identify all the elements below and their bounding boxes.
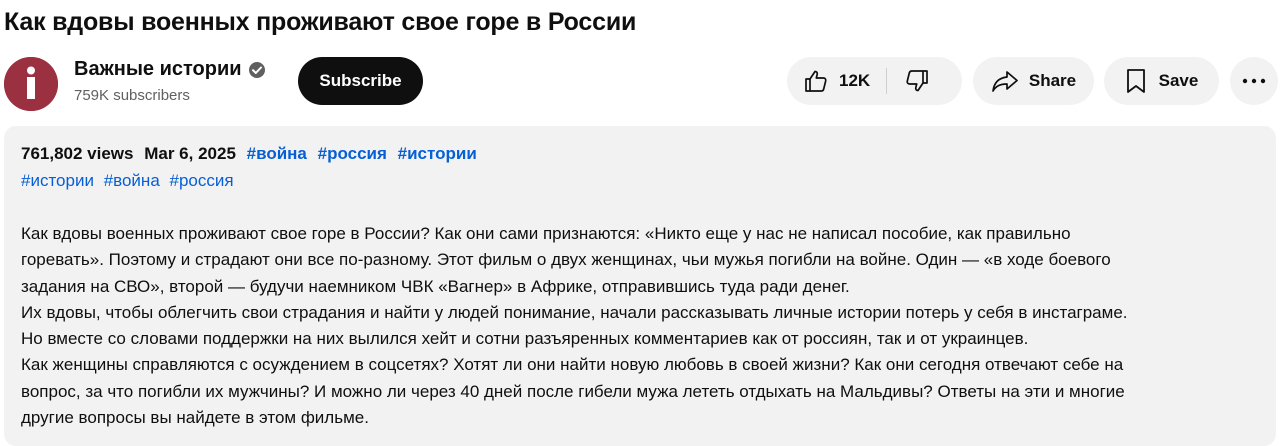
description-line: Как вдовы военных проживают свое горе в … bbox=[21, 224, 1071, 243]
hashtag-link[interactable]: #война bbox=[104, 171, 160, 190]
like-dislike-group: 12K bbox=[787, 57, 962, 105]
description-text: Как вдовы военных проживают свое горе в … bbox=[21, 221, 1266, 431]
more-actions-button[interactable] bbox=[1230, 57, 1278, 105]
description-line: задания на СВО», второй — будучи наемник… bbox=[21, 276, 850, 296]
description-panel[interactable]: 761,802 views Mar 6, 2025 #война #россия… bbox=[4, 126, 1276, 446]
verified-check-icon bbox=[248, 61, 266, 79]
save-button[interactable]: Save bbox=[1104, 57, 1219, 105]
owner-row: Важные истории 759K subscribers Subscrib… bbox=[4, 56, 1280, 111]
share-arrow-icon bbox=[991, 69, 1019, 93]
upload-date: Mar 6, 2025 bbox=[144, 144, 236, 163]
share-button[interactable]: Share bbox=[973, 57, 1094, 105]
description-line: другие вопросы вы найдете в этом фильме. bbox=[21, 408, 369, 428]
more-horizontal-icon bbox=[1242, 78, 1266, 84]
description-line: Как женщины справляются с осуждением в с… bbox=[21, 355, 1124, 375]
hashtag-link[interactable]: #истории bbox=[21, 171, 94, 190]
like-button[interactable]: 12K bbox=[787, 57, 886, 105]
share-label: Share bbox=[1028, 71, 1077, 90]
channel-avatar[interactable] bbox=[4, 57, 58, 111]
thumbs-up-icon bbox=[803, 68, 829, 94]
channel-name-wrap: Важные истории bbox=[74, 58, 266, 81]
description-hashtags: #истории #война #россия bbox=[21, 171, 239, 191]
hashtag-link[interactable]: #россия bbox=[318, 144, 387, 163]
info-i-icon bbox=[4, 57, 58, 111]
subscribe-button[interactable]: Subscribe bbox=[298, 57, 423, 105]
description-line: Их вдовы, чтобы облегчить свои страдания… bbox=[21, 302, 1128, 322]
description-line: горевать». Поэтому и страдают они все по… bbox=[21, 250, 1111, 270]
hashtag-link[interactable]: #истории bbox=[398, 144, 477, 163]
view-count: 761,802 views bbox=[21, 144, 134, 163]
description-meta: 761,802 views Mar 6, 2025 #война #россия… bbox=[21, 144, 483, 164]
subscriber-count: 759K subscribers bbox=[74, 87, 190, 104]
description-line: Но вместе со словами поддержки на них вы… bbox=[21, 329, 1029, 349]
hashtag-link[interactable]: #война bbox=[247, 144, 307, 163]
channel-name[interactable]: Важные истории bbox=[74, 58, 242, 81]
dislike-button[interactable] bbox=[887, 57, 947, 105]
like-count: 12K bbox=[839, 71, 871, 90]
bookmark-icon bbox=[1125, 68, 1147, 94]
video-title: Как вдовы военных проживают свое горе в … bbox=[4, 8, 637, 36]
save-label: Save bbox=[1158, 71, 1199, 90]
thumbs-down-icon bbox=[904, 68, 930, 94]
description-line: вопрос, за что погибли их мужчины? И мож… bbox=[21, 381, 1125, 401]
hashtag-link[interactable]: #россия bbox=[170, 171, 234, 190]
